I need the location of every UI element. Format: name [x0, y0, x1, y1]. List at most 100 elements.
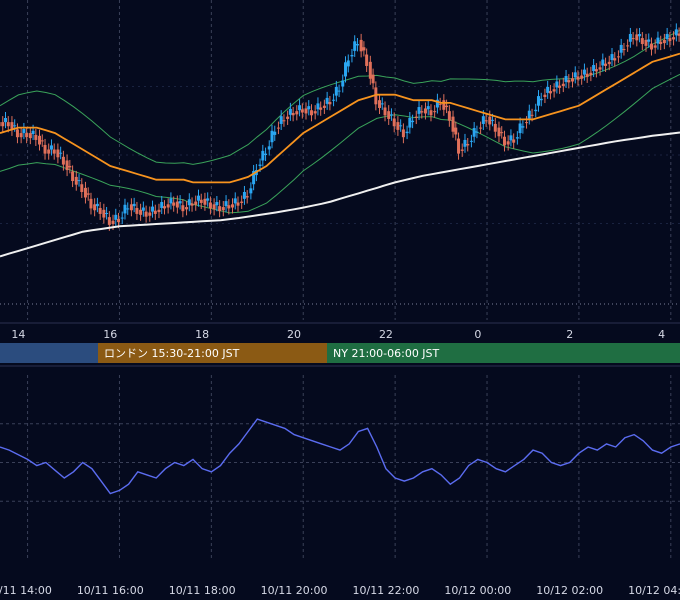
candle-body	[355, 44, 359, 46]
candle-body	[506, 141, 510, 145]
candle-body	[378, 100, 382, 108]
x-tick-label: 4	[658, 328, 665, 341]
candle-body	[491, 119, 495, 121]
candle-body	[105, 212, 109, 214]
candle-body	[56, 149, 60, 158]
candle-body	[175, 201, 179, 208]
candle-body	[19, 133, 23, 138]
candle-body	[659, 41, 663, 45]
candle-body	[674, 29, 678, 36]
candle-body	[89, 198, 93, 209]
x-tick-label: 10/11 16:00	[77, 584, 144, 597]
x-tick-label: 22	[379, 328, 393, 341]
candle-body	[497, 127, 501, 137]
candle-body	[249, 188, 253, 194]
candle-body	[224, 201, 228, 207]
candle-body	[445, 105, 449, 108]
candle-body	[580, 75, 584, 79]
candle-body	[1, 122, 5, 127]
candle-body	[273, 131, 277, 135]
candle-body	[95, 203, 99, 207]
candle-body	[77, 180, 81, 182]
candle-body	[61, 156, 65, 165]
candle-body	[126, 208, 130, 210]
x-tick-label: 18	[195, 328, 209, 341]
candle-body	[447, 111, 451, 121]
candle-body	[233, 198, 237, 204]
candle-body	[206, 198, 210, 201]
candle-body	[610, 54, 614, 61]
candle-body	[208, 202, 212, 209]
candle-body	[178, 201, 182, 204]
candle-body	[325, 97, 329, 104]
candle-body	[451, 116, 455, 132]
candle-body	[457, 138, 461, 154]
candle-body	[362, 47, 366, 51]
candle-body	[212, 204, 216, 210]
candle-body	[34, 134, 38, 140]
candle-body	[337, 90, 341, 92]
candle-body	[479, 127, 483, 129]
candle-body	[493, 123, 497, 132]
candle-body	[665, 33, 669, 40]
candle-body	[359, 39, 363, 52]
candle-body	[291, 112, 295, 116]
candle-body	[626, 45, 630, 47]
candle-body	[401, 129, 405, 138]
candle-body	[616, 56, 620, 58]
candle-body	[484, 120, 488, 122]
x-tick-label: 10/11 14:00	[0, 584, 52, 597]
candle-body	[129, 204, 133, 211]
candle-body	[573, 72, 577, 78]
candle-body	[162, 206, 166, 209]
candle-body	[604, 63, 608, 66]
candle-body	[139, 209, 143, 215]
candle-body	[647, 39, 651, 42]
candle-body	[548, 91, 552, 94]
candle-body	[543, 94, 547, 98]
candle-body	[4, 118, 8, 123]
candle-body	[279, 116, 283, 124]
candle-body	[242, 191, 246, 199]
candle-body	[47, 149, 51, 154]
candle-body	[334, 86, 338, 96]
candle-body	[304, 108, 308, 114]
candle-body	[589, 72, 593, 76]
candle-body	[472, 128, 476, 137]
candle-body	[539, 98, 543, 101]
candle-body	[530, 114, 534, 116]
candle-body	[582, 69, 586, 75]
candle-body	[187, 199, 191, 206]
candle-body	[264, 153, 268, 155]
x-tick-label: 10/11 20:00	[261, 584, 328, 597]
candle-body	[15, 129, 19, 138]
candle-body	[399, 125, 403, 127]
candle-body	[240, 201, 244, 203]
candle-body	[310, 110, 314, 116]
candle-body	[527, 110, 531, 119]
candle-body	[31, 130, 35, 134]
candle-body	[576, 76, 580, 80]
candle-body	[230, 204, 234, 208]
candle-body	[656, 37, 660, 44]
candle-body	[298, 105, 302, 111]
candle-body	[98, 207, 102, 214]
candle-body	[420, 111, 424, 113]
candle-body	[392, 118, 396, 127]
candle-body	[135, 207, 139, 214]
x-tick-label: 10/12 02:00	[536, 584, 603, 597]
candle-body	[534, 109, 538, 112]
candle-body	[536, 96, 540, 106]
candle-body	[405, 131, 409, 134]
candle-body	[13, 125, 17, 127]
candle-body	[368, 61, 372, 79]
candle-body	[102, 209, 106, 218]
candle-body	[389, 114, 393, 116]
candle-body	[481, 116, 485, 124]
x-tick-label: 0	[474, 328, 481, 341]
candle-body	[236, 202, 240, 206]
session-label: NY 21:00-06:00 JST	[333, 347, 440, 360]
candle-body	[509, 135, 513, 141]
candle-body	[307, 106, 311, 110]
candle-body	[411, 120, 415, 123]
